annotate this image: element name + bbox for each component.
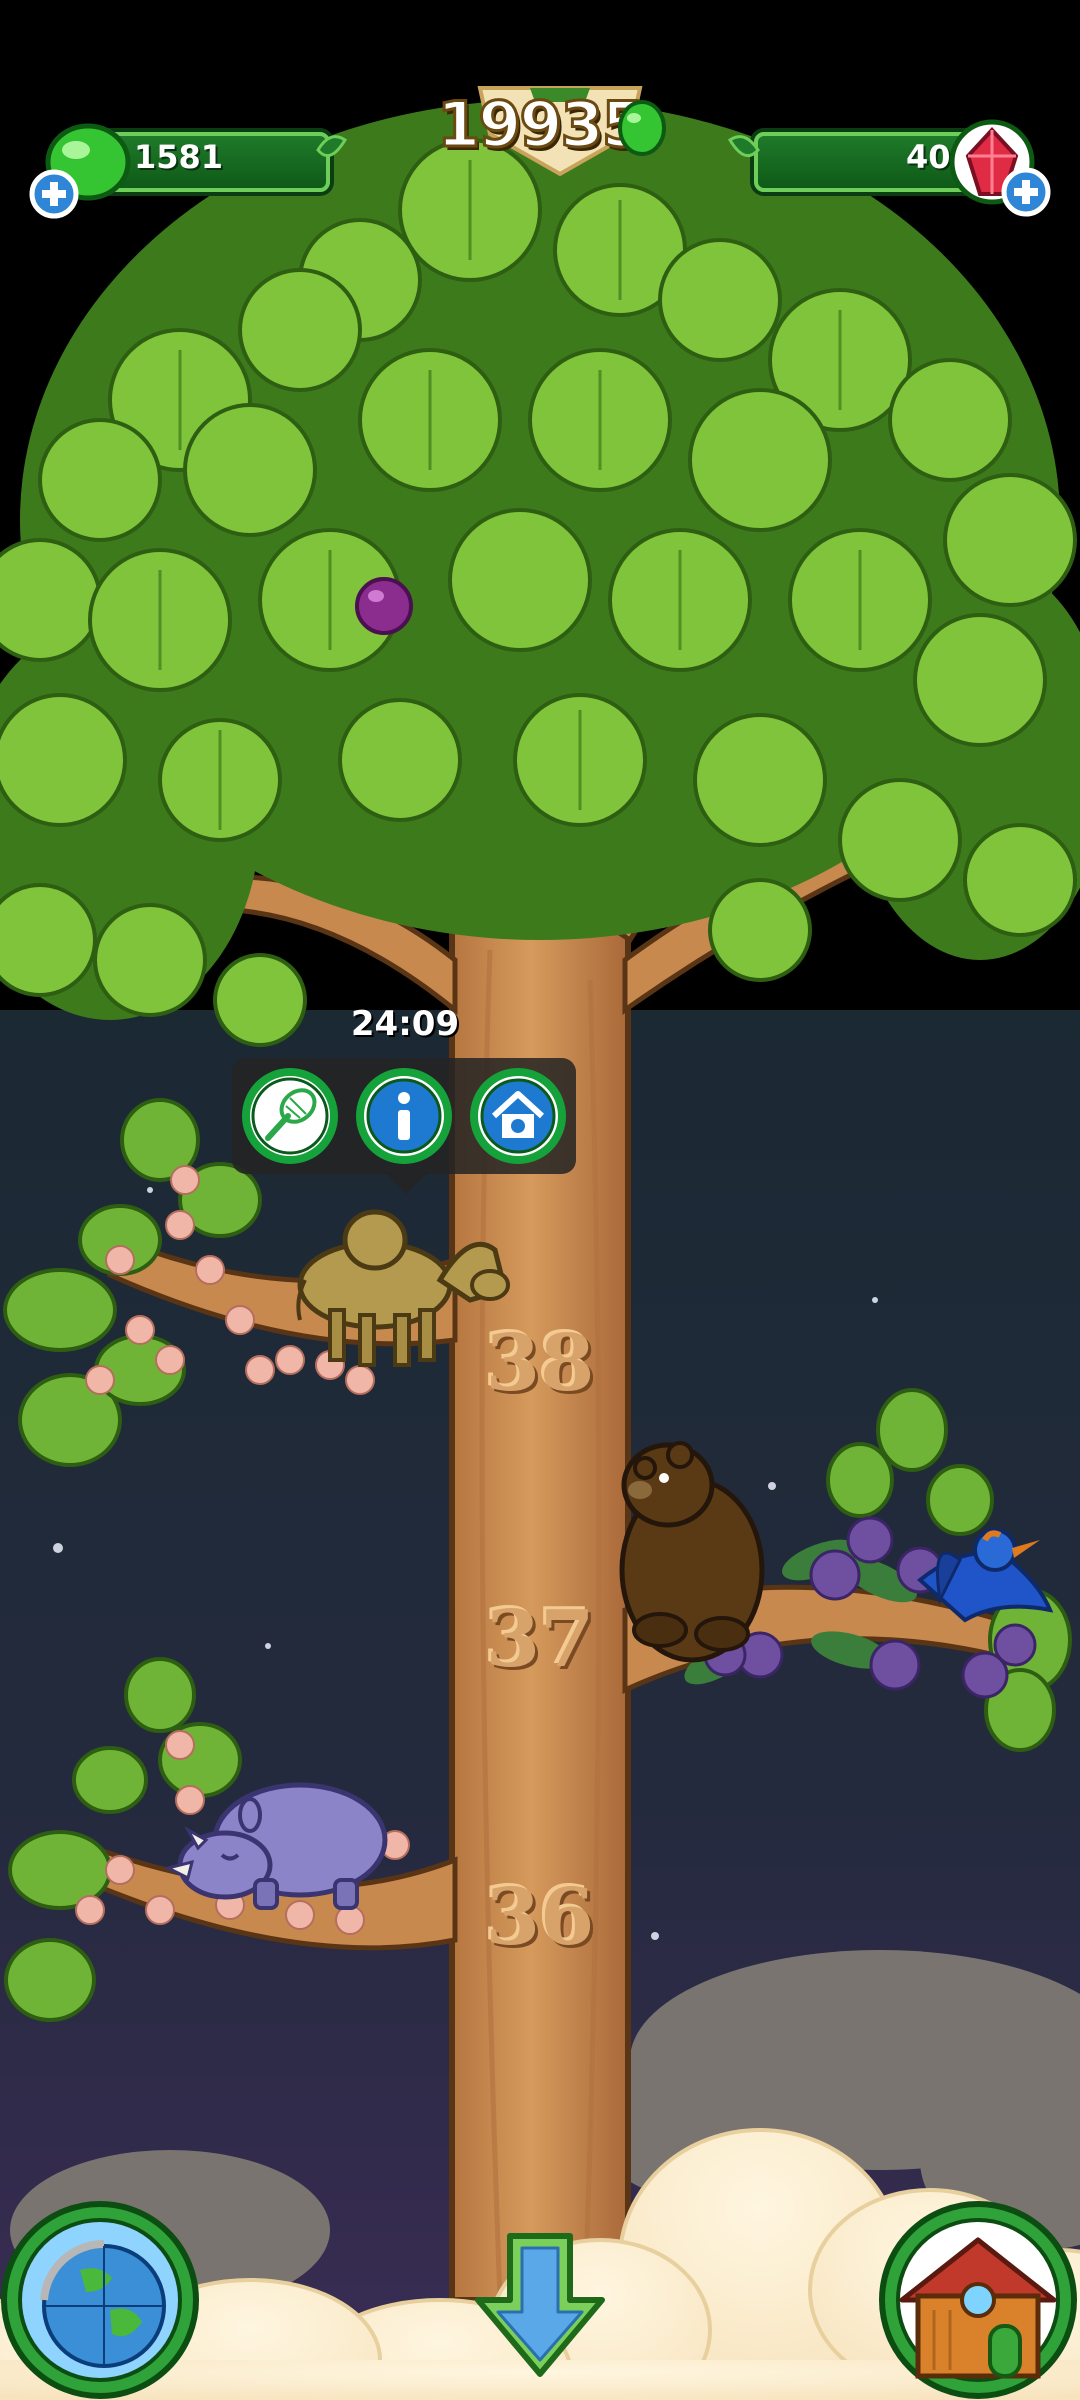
down-arrow-icon: [475, 2233, 605, 2377]
level-number-36: 36: [485, 1872, 595, 1963]
info-icon: [356, 1068, 452, 1164]
popup-arrow: [384, 1172, 428, 1194]
globe-button[interactable]: [0, 2200, 200, 2400]
house-button[interactable]: [878, 2200, 1078, 2400]
rhino-sprite[interactable]: [163, 1782, 388, 1910]
house-icon: [879, 2201, 1077, 2399]
animals-layer: [163, 1209, 1054, 1910]
add-gems-icon[interactable]: [1000, 166, 1060, 226]
level-number-38: 38: [485, 1318, 595, 1409]
pet-house-icon: [470, 1068, 566, 1164]
blue-bird-sprite[interactable]: [916, 1528, 1054, 1623]
info-button[interactable]: [356, 1068, 452, 1164]
gems-decor: [727, 135, 760, 158]
level-number-37: 37: [485, 1594, 595, 1685]
gems-value: 40: [906, 138, 951, 176]
bear-sprite[interactable]: [619, 1441, 765, 1663]
catch-net-button[interactable]: [242, 1068, 338, 1164]
popup-timer: 24:09: [350, 1004, 460, 1044]
globe-icon: [1, 2201, 199, 2399]
catch-net-icon: [242, 1068, 338, 1164]
scroll-down-button[interactable]: [470, 2230, 610, 2380]
game-screen: 38 37 36 1581 19935 40 24:09: [0, 0, 1080, 2400]
house-home-button[interactable]: [470, 1068, 566, 1164]
